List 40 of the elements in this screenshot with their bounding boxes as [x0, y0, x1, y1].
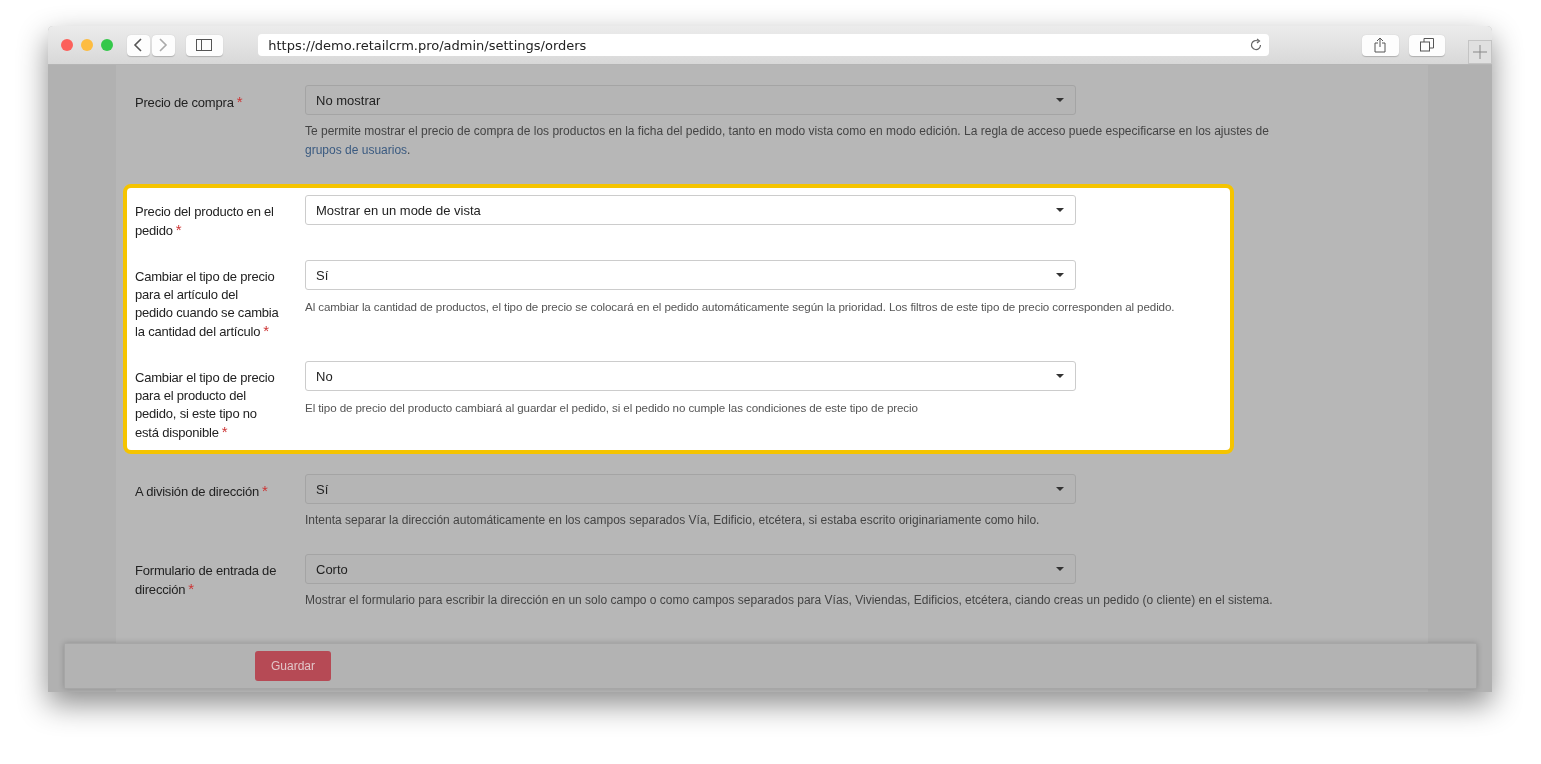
field-label: Precio del producto en el pedido *	[135, 203, 275, 240]
chevron-right-icon	[158, 38, 169, 52]
field-label: Formulario de entrada de dirección *	[135, 562, 278, 599]
field-label: A división de dirección *	[135, 481, 269, 501]
caret-icon	[1056, 374, 1064, 378]
sidebar-button[interactable]	[185, 34, 224, 56]
back-button[interactable]	[127, 34, 150, 56]
maximize-icon[interactable]	[101, 39, 113, 51]
caret-icon	[1056, 208, 1064, 212]
sidebar-icon	[196, 39, 213, 51]
field-label: Cambiar el tipo de precio para el producto del pedido, si este tipo no está disponible *	[135, 369, 276, 442]
help-text: El tipo de precio del producto cambiará al guardar el pedido, si el pedido no cumple las condiciones de este tipo de precio	[305, 400, 919, 416]
dropdown[interactable]: Mostrar en un mode de vista	[305, 195, 1076, 225]
tabs-icon	[1419, 38, 1434, 52]
dropdown[interactable]: No mostrar	[305, 85, 1076, 115]
share-icon	[1374, 37, 1387, 53]
reload-icon[interactable]	[1248, 38, 1263, 52]
caret-icon	[1056, 567, 1064, 571]
caret-icon	[1056, 487, 1064, 491]
address-bar[interactable]: https://demo.retailcrm.pro/admin/settings/orders	[258, 34, 1269, 56]
field-label: Precio de compra *	[135, 92, 244, 112]
new-tab-button[interactable]	[1468, 40, 1492, 64]
dropdown[interactable]: Corto	[305, 554, 1076, 584]
plus-icon	[1473, 45, 1488, 59]
tabs-button[interactable]	[1408, 34, 1446, 56]
close-icon[interactable]	[61, 39, 73, 51]
caret-icon	[1056, 273, 1064, 277]
field-label: Cambiar el tipo de precio para el artículo del pedido cuando se cambia la cantidad del artículo *	[135, 268, 279, 341]
dropdown[interactable]: No	[305, 361, 1076, 391]
minimize-icon[interactable]	[81, 39, 93, 51]
dropdown[interactable]: Sí	[305, 260, 1076, 290]
help-text: Te permite mostrar el precio de compra de los productos en la ficha del pedido, tanto en modo vista como en modo edición. La regla de acceso puede especificarse en los ajustes de grupos de usuarios.	[305, 123, 1270, 159]
url-text: https://demo.retailcrm.pro/admin/settings/orders	[268, 37, 587, 53]
share-button[interactable]	[1361, 34, 1399, 56]
help-text: Mostrar el formulario para escribir la dirección en un solo campo o como campos separados para Vías, Viviendas, Edificios, etcétera, ciando creas un pedido (o cliente) en el sistema.	[305, 592, 1274, 609]
caret-icon	[1056, 98, 1064, 102]
chevron-left-icon	[133, 38, 144, 52]
dropdown[interactable]: Sí	[305, 474, 1076, 504]
help-text: Al cambiar la cantidad de productos, el tipo de precio se colocará en el pedido automáticamente según la prioridad. Los filtros de este tipo de precio corresponden al pedido.	[305, 299, 1176, 315]
help-text: Intenta separar la dirección automáticamente en los campos separados Vía, Edificio, etcétera, si estaba escrito originariamente como hilo.	[305, 512, 1041, 529]
